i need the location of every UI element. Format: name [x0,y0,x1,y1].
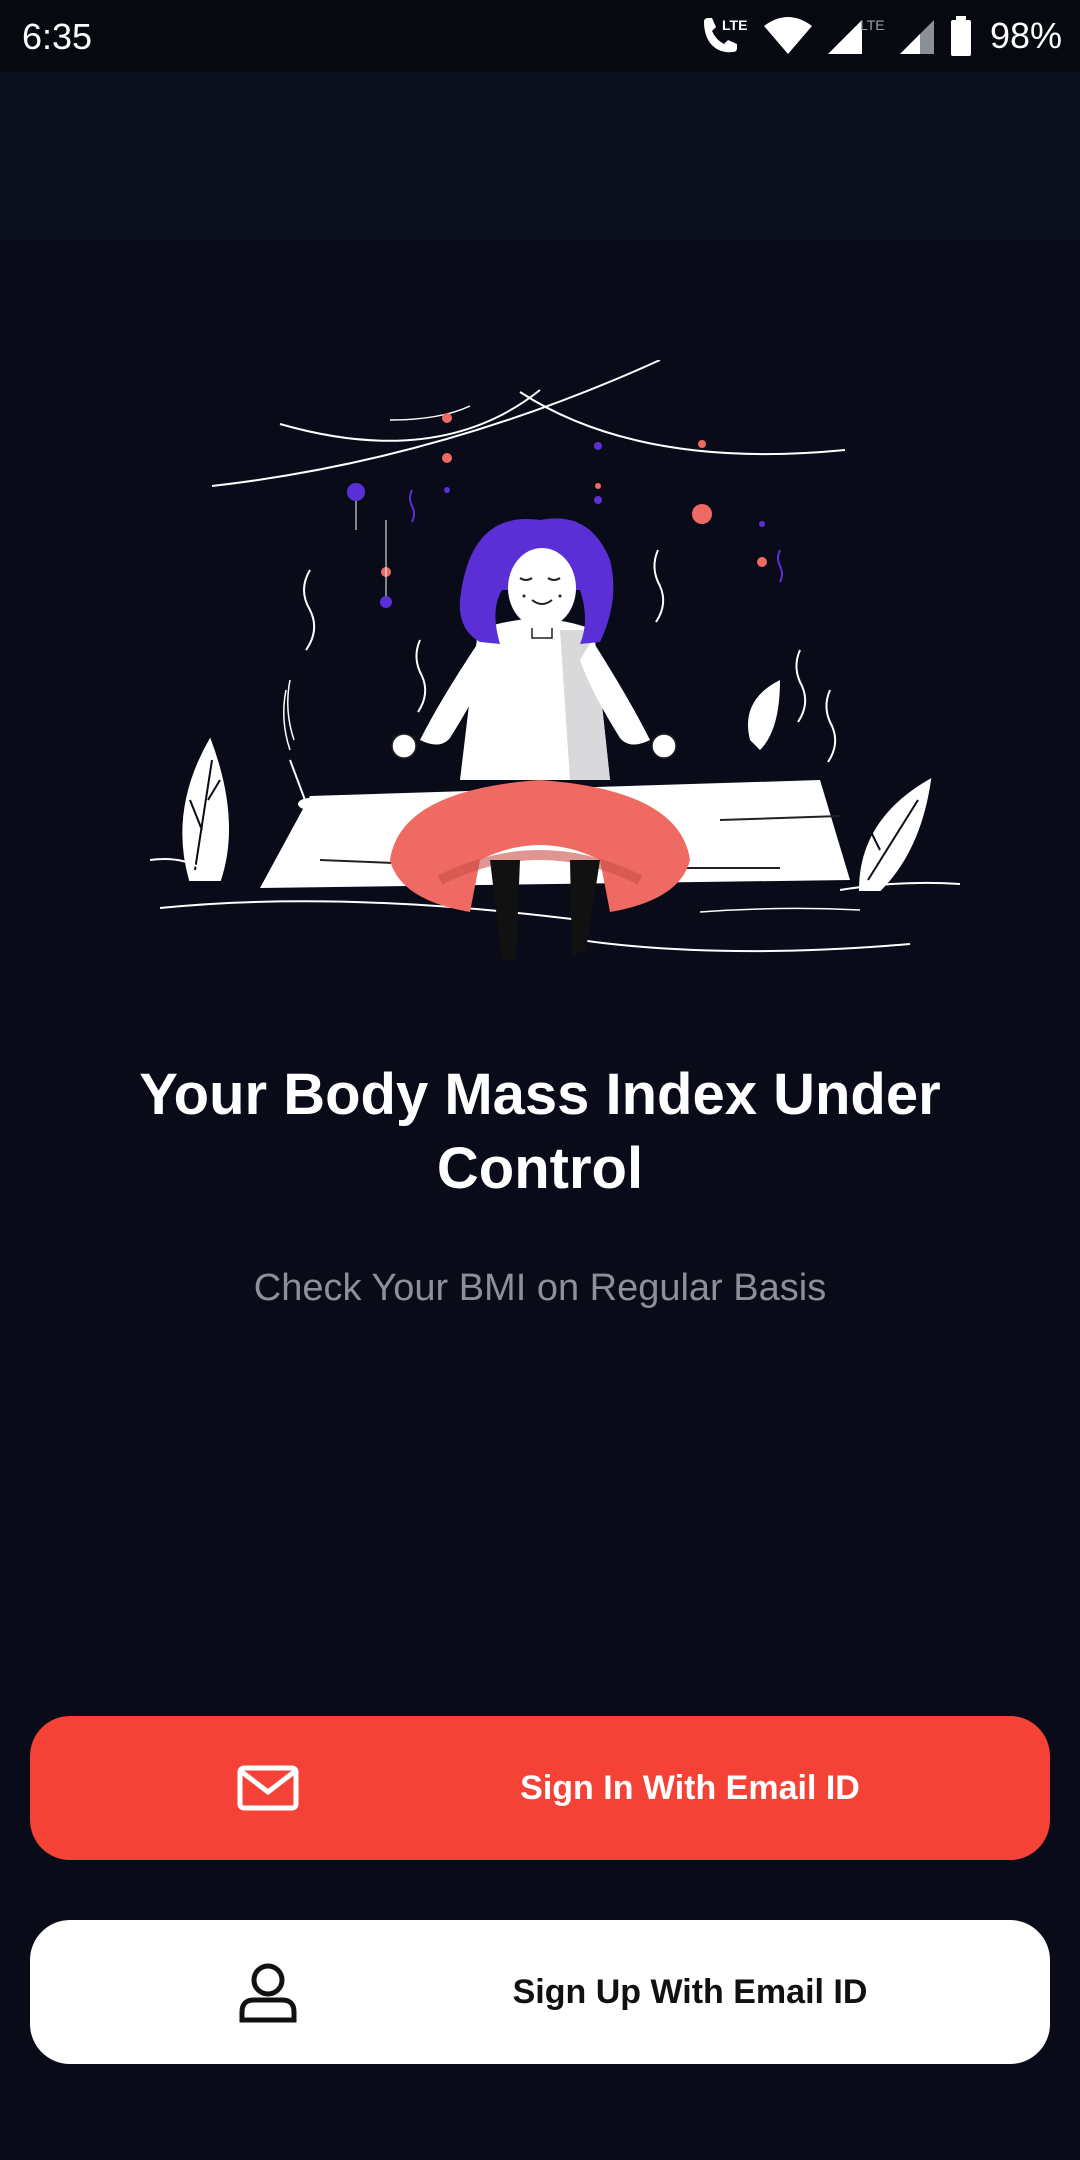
onboarding-subtitle: Check Your BMI on Regular Basis [253,1267,827,1309]
battery-percent: 98% [989,15,1062,56]
sign-in-email-button[interactable]: Sign In With Email ID [30,1716,1050,1860]
user-icon [239,1963,297,2023]
svg-text:LTE: LTE [860,17,884,33]
status-icons: LTE LTE 98% [700,12,1062,60]
sign-up-label: Sign Up With Email ID [512,1972,868,2011]
signal-icon [899,20,934,54]
battery-icon [950,16,971,56]
lte-call-icon: LTE [703,17,747,53]
svg-text:LTE: LTE [722,17,747,33]
signal-lte-icon: LTE [827,17,884,54]
sign-in-label: Sign In With Email ID [520,1768,860,1807]
mail-icon [237,1765,299,1811]
status-bar: 6:35 LTE LTE 98% [0,0,1080,72]
app-bar [0,72,1080,240]
meditating-woman-illustration [149,360,960,960]
status-time: 6:35 [22,16,93,57]
wifi-icon [763,17,812,54]
onboarding-headline: Your Body Mass Index Under Control [139,1062,941,1201]
sign-up-email-button[interactable]: Sign Up With Email ID [30,1920,1050,2064]
